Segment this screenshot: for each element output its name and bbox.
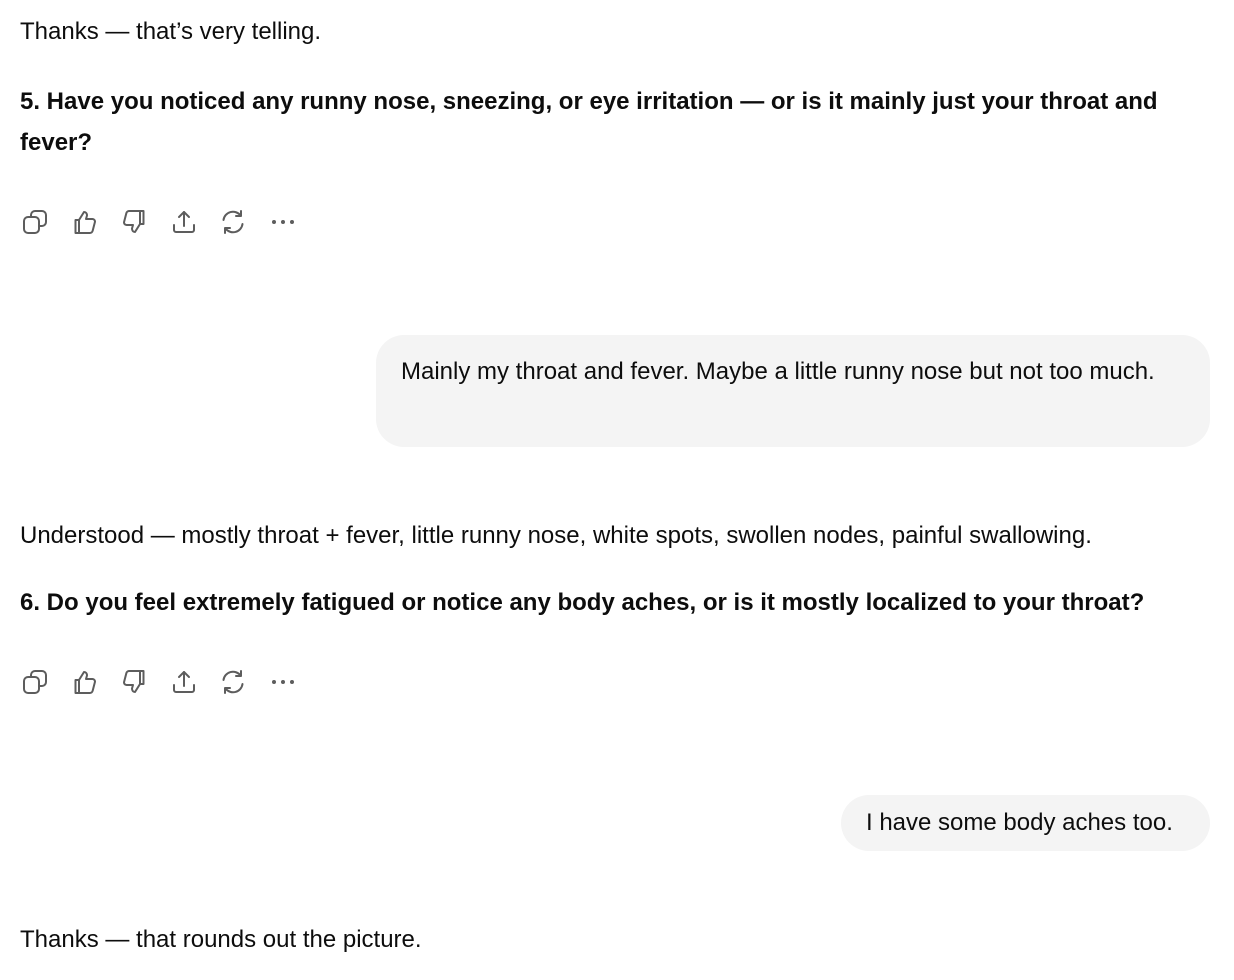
thumbs-down-button[interactable] <box>119 207 149 237</box>
assistant-question: 5. Have you noticed any runny nose, snee… <box>20 88 1165 156</box>
assistant-message-text: Thanks — that’s very telling. <box>20 18 322 45</box>
copy-button[interactable] <box>20 207 50 237</box>
user-message-bubble: Mainly my throat and fever. Maybe a litt… <box>376 335 1210 447</box>
assistant-question: 6. Do you feel extremely fatigued or not… <box>20 589 1145 616</box>
regenerate-button[interactable] <box>218 667 248 697</box>
more-button[interactable] <box>268 207 298 237</box>
message-actions <box>20 207 317 237</box>
regenerate-button[interactable] <box>218 207 248 237</box>
copy-icon <box>23 210 47 234</box>
thumbs-up-icon <box>74 211 96 234</box>
chat-thread: Thanks — that’s very telling. 5. Have yo… <box>0 0 1234 980</box>
more-button[interactable] <box>268 667 298 697</box>
copy-button[interactable] <box>20 667 50 697</box>
message-actions <box>20 667 317 697</box>
thumbs-up-button[interactable] <box>70 667 100 697</box>
share-button[interactable] <box>169 667 199 697</box>
thumbs-down-icon <box>123 670 145 693</box>
more-icon <box>271 220 294 224</box>
user-message-bubble: I have some body aches too. <box>841 795 1210 851</box>
share-icon <box>172 671 195 693</box>
thumbs-down-icon <box>123 210 145 233</box>
thumbs-down-button[interactable] <box>119 667 149 697</box>
user-message-text: Mainly my throat and fever. Maybe a litt… <box>401 358 1155 385</box>
assistant-message-text: Thanks — that rounds out the picture. <box>20 926 422 953</box>
thumbs-up-button[interactable] <box>70 207 100 237</box>
user-message-text: I have some body aches too. <box>866 809 1173 836</box>
share-icon <box>172 211 195 233</box>
more-icon <box>271 680 294 684</box>
assistant-message-text: Understood — mostly throat + fever, litt… <box>20 522 1092 549</box>
regenerate-icon <box>222 210 244 234</box>
share-button[interactable] <box>169 207 199 237</box>
regenerate-icon <box>222 670 244 694</box>
copy-icon <box>23 670 47 694</box>
thumbs-up-icon <box>74 671 96 694</box>
